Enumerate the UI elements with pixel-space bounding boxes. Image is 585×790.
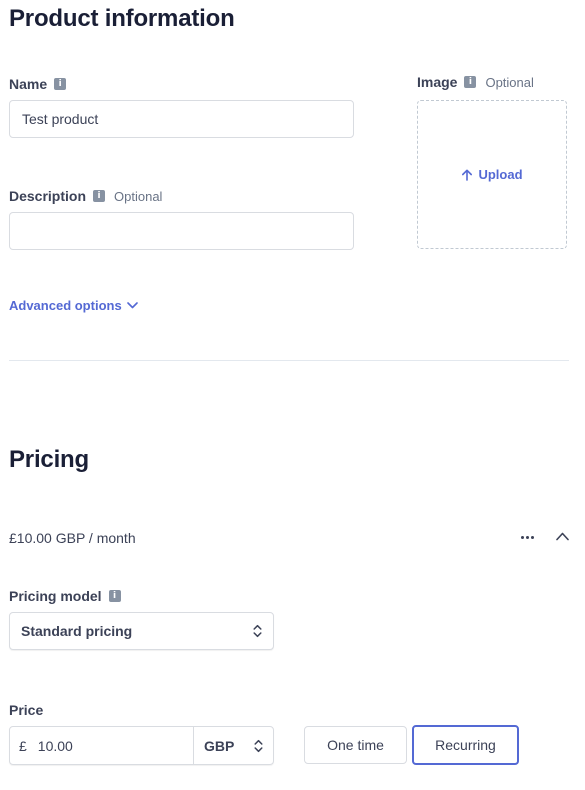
description-label: Description [9,188,87,204]
optional-label: Optional [114,188,163,204]
select-arrows-icon [253,624,262,638]
name-label: Name [9,76,48,92]
chevron-up-icon[interactable] [556,532,569,541]
info-icon[interactable]: i [93,190,106,202]
name-input[interactable]: Test product [9,100,354,138]
currency-select[interactable]: GBP [193,727,273,764]
product-information-title: Product information [9,5,235,32]
pricing-model-select[interactable]: Standard pricing [9,612,274,650]
pricing-model-label: Pricing model [9,588,102,604]
info-icon[interactable]: i [108,590,121,602]
advanced-options-link[interactable]: Advanced options [9,298,138,313]
pricing-model-value: Standard pricing [21,623,133,639]
pricing-model-label-row: Pricing model i [9,588,121,604]
arrow-up-icon [462,169,473,181]
price-summary: £10.00 GBP / month [9,530,136,546]
price-label-row: Price [9,702,43,718]
price-input[interactable]: £ 10.00 [10,727,193,764]
chevron-down-icon [126,302,138,309]
info-icon[interactable]: i [464,76,477,88]
more-options-icon[interactable] [521,536,534,539]
description-label-row: Description i Optional [9,188,162,204]
image-label-row: Image i Optional [417,74,534,90]
image-label: Image [417,74,458,90]
optional-label: Optional [485,74,534,90]
recurring-button[interactable]: Recurring [412,725,519,765]
select-arrows-icon [254,739,263,752]
currency-code: GBP [204,737,235,754]
pricing-title: Pricing [9,446,89,473]
name-input-value: Test product [22,111,99,127]
name-label-row: Name i [9,76,67,92]
price-input-group: £ 10.00 GBP [9,726,274,765]
upload-label: Upload [478,167,523,182]
info-icon[interactable]: i [54,78,67,90]
price-label: Price [9,702,44,718]
price-value: 10.00 [37,737,73,754]
description-input[interactable] [9,212,354,250]
advanced-options-label: Advanced options [9,298,122,313]
one-time-button[interactable]: One time [304,726,407,764]
image-upload-dropzone[interactable]: Upload [417,100,567,249]
currency-symbol: £ [19,737,27,754]
section-divider [9,360,569,361]
